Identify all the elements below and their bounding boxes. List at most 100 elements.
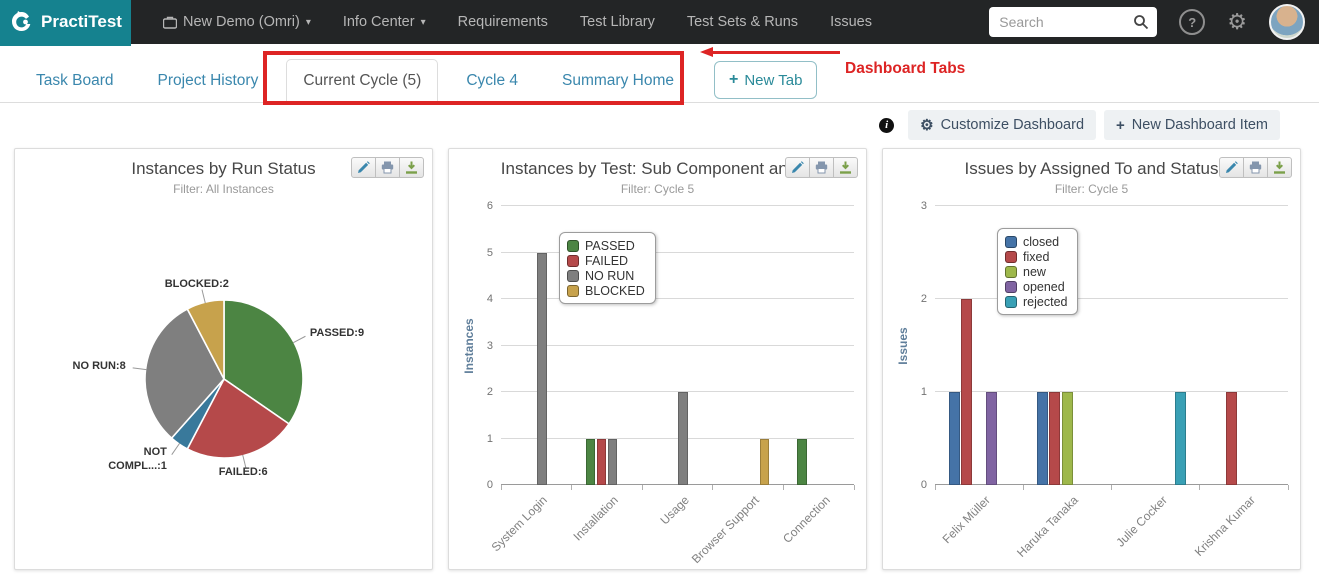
plot-area: 0 1 2 3 Issues Felix Müller Haruka Tanaka Julie… xyxy=(896,200,1289,560)
bar-haruka-tanaka-new[interactable] xyxy=(1061,392,1073,485)
edit-pencil-button[interactable] xyxy=(1219,157,1244,178)
project-selector[interactable]: New Demo (Omri) ▾ xyxy=(163,14,311,30)
printer-icon xyxy=(1249,161,1262,174)
bar-julie-cocker-rejected[interactable] xyxy=(1175,392,1187,485)
settings-gear-icon[interactable]: ⚙ xyxy=(1227,11,1247,33)
bar-felix-m-ller-fixed[interactable] xyxy=(961,299,973,485)
legend-swatch xyxy=(1005,295,1017,308)
bar-system-login-no-run[interactable] xyxy=(537,252,547,485)
help-icon[interactable]: ? xyxy=(1179,9,1206,35)
x-tick xyxy=(782,485,784,490)
bar-krishna-kumar-fixed[interactable] xyxy=(1225,392,1237,485)
nav-info-center[interactable]: Info Center ▾ xyxy=(343,14,426,30)
navbar-right: ? ⚙ xyxy=(989,4,1319,40)
card-toolbar xyxy=(1219,157,1292,178)
bar-usage-no-run[interactable] xyxy=(678,392,688,485)
legend-swatch xyxy=(567,239,579,252)
gridline xyxy=(501,298,854,299)
bar-installation-passed[interactable] xyxy=(585,438,596,485)
print-button[interactable] xyxy=(1243,157,1268,178)
x-tick xyxy=(853,485,855,490)
customize-dashboard-button[interactable]: ⚙ Customize Dashboard xyxy=(908,110,1097,140)
card-toolbar xyxy=(351,157,424,178)
legend-item-passed[interactable]: PASSED xyxy=(567,238,645,253)
legend-item-failed[interactable]: FAILED xyxy=(567,253,645,268)
annotation-label: Dashboard Tabs xyxy=(845,60,966,77)
tab-cycle-4[interactable]: Cycle 4 xyxy=(450,60,534,102)
y-tick-label: 0 xyxy=(486,479,493,491)
legend-item-fixed[interactable]: fixed xyxy=(1005,249,1067,264)
print-button[interactable] xyxy=(375,157,400,178)
pencil-icon xyxy=(792,161,804,173)
tab-task-board[interactable]: Task Board xyxy=(20,60,130,102)
nav-issues[interactable]: Issues xyxy=(830,14,872,30)
x-category-label-julie-cocker: Julie Cocker xyxy=(1112,493,1170,550)
pie-label-passed: PASSED:9 xyxy=(309,326,365,339)
tab-project-history[interactable]: Project History xyxy=(142,60,275,102)
legend-swatch xyxy=(1005,265,1017,278)
legend-item-opened[interactable]: opened xyxy=(1005,279,1067,294)
nav-requirements[interactable]: Requirements xyxy=(458,14,548,30)
legend-item-no-run[interactable]: NO RUN xyxy=(567,268,645,283)
search-input[interactable] xyxy=(989,7,1158,37)
download-icon xyxy=(1274,161,1285,174)
search-box xyxy=(989,7,1158,37)
tab-current-cycle[interactable]: Current Cycle (5) xyxy=(286,59,439,103)
chart-filter-subtitle: Filter: Cycle 5 xyxy=(620,182,695,196)
bar-connection-passed[interactable] xyxy=(797,438,807,485)
tab-summary-home[interactable]: Summary Home xyxy=(546,60,690,102)
bar-felix-m-ller-opened[interactable] xyxy=(986,392,998,485)
chart-legend: PASSED FAILED NO RUN BLOCKED xyxy=(559,232,656,304)
legend-item-new[interactable]: new xyxy=(1005,264,1067,279)
y-tick-label: 0 xyxy=(920,479,927,491)
card-instances-by-run-status: Instances by Run Status Filter: All Inst… xyxy=(14,148,433,570)
download-icon xyxy=(840,161,851,174)
practitest-logo[interactable]: PractiTest xyxy=(0,0,131,46)
pie-label-no-run: NO RUN:8 xyxy=(72,360,126,373)
legend-swatch xyxy=(1005,280,1017,293)
legend-swatch xyxy=(1005,235,1017,248)
printer-icon xyxy=(381,161,394,174)
bar-installation-failed[interactable] xyxy=(596,438,607,485)
top-navbar: PractiTest New Demo (Omri) ▾ Info Center… xyxy=(0,0,1319,46)
download-button[interactable] xyxy=(1267,157,1292,178)
x-tick xyxy=(712,485,714,490)
pie-label-not-compl: NOT COMPL...:1 xyxy=(108,445,167,472)
bar-chart-issues-by-assigned-to: 0 1 2 3 Issues Felix Müller Haruka Tanaka Julie… xyxy=(883,199,1300,569)
new-dashboard-item-button[interactable]: + New Dashboard Item xyxy=(1104,110,1280,140)
edit-pencil-button[interactable] xyxy=(351,157,376,178)
user-avatar[interactable] xyxy=(1269,4,1305,40)
brand-swirl-icon xyxy=(12,11,31,31)
download-button[interactable] xyxy=(833,157,858,178)
y-tick-label: 1 xyxy=(486,432,493,445)
bar-installation-no-run[interactable] xyxy=(607,438,618,485)
nav-test-sets-runs[interactable]: Test Sets & Runs xyxy=(687,14,798,30)
nav-test-library[interactable]: Test Library xyxy=(580,14,655,30)
legend-item-blocked[interactable]: BLOCKED xyxy=(567,283,645,298)
card-issues-by-assigned-to: Issues by Assigned To and Status Filter:… xyxy=(882,148,1301,570)
bar-haruka-tanaka-fixed[interactable] xyxy=(1049,392,1061,485)
chart-legend: closed fixed new opened rejected xyxy=(997,228,1079,315)
legend-swatch xyxy=(567,284,579,297)
new-tab-button[interactable]: + New Tab xyxy=(713,61,818,99)
pencil-icon xyxy=(358,161,370,173)
bar-browser-support-blocked[interactable] xyxy=(759,438,770,485)
info-icon[interactable]: i xyxy=(879,117,895,133)
bar-haruka-tanaka-closed[interactable] xyxy=(1036,392,1048,485)
y-tick-label: 6 xyxy=(486,200,493,212)
card-instances-by-test-sub-component: Instances by Test: Sub Component and R F… xyxy=(448,148,867,570)
bar-felix-m-ller-closed[interactable] xyxy=(948,392,960,485)
pencil-icon xyxy=(1226,161,1238,173)
x-tick xyxy=(1287,485,1289,490)
search-icon[interactable] xyxy=(1133,14,1149,30)
x-tick xyxy=(1199,485,1201,490)
chevron-down-icon: ▾ xyxy=(305,16,311,28)
card-toolbar xyxy=(785,157,858,178)
download-button[interactable] xyxy=(399,157,424,178)
chart-filter-subtitle: Filter: All Instances xyxy=(173,182,274,196)
print-button[interactable] xyxy=(809,157,834,178)
legend-item-closed[interactable]: closed xyxy=(1005,234,1067,249)
legend-swatch xyxy=(1005,250,1017,263)
legend-item-rejected[interactable]: rejected xyxy=(1005,294,1067,309)
edit-pencil-button[interactable] xyxy=(785,157,810,178)
